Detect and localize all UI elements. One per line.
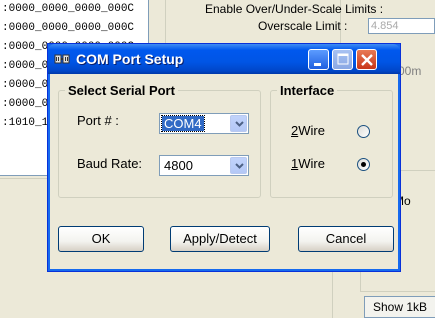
close-icon	[361, 54, 373, 66]
maximize-icon	[337, 53, 349, 65]
group-title: Interface	[277, 83, 338, 98]
list-item[interactable]: :0000_0000_0000_000C	[0, 19, 148, 38]
dialog-title: COM Port Setup	[76, 51, 184, 67]
dropdown-button[interactable]	[230, 115, 247, 132]
maximize-button[interactable]	[332, 49, 353, 70]
cancel-button[interactable]: Cancel	[298, 226, 394, 252]
interface-group: Interface 2Wire 1Wire	[270, 83, 393, 198]
group-title: Select Serial Port	[65, 83, 178, 98]
overscale-input[interactable]: 4.854	[368, 18, 435, 34]
wire2-radio[interactable]	[357, 125, 370, 138]
baud-label: Baud Rate:	[77, 156, 143, 171]
port-select[interactable]: COM4	[159, 113, 249, 134]
minimize-icon	[314, 63, 321, 66]
chevron-down-icon	[235, 163, 244, 169]
com-port-setup-dialog: COM Port Setup Select Serial Port Port #…	[47, 43, 401, 272]
ok-button[interactable]: OK	[58, 226, 144, 252]
wire1-radio[interactable]	[357, 158, 370, 171]
dropdown-button[interactable]	[230, 157, 247, 174]
unit-label: 00m	[398, 64, 422, 78]
baud-select[interactable]: 4800	[159, 155, 249, 176]
title-bar[interactable]: COM Port Setup	[48, 44, 400, 74]
overscale-label: Overscale Limit :	[258, 19, 348, 33]
list-item[interactable]: :0000_0000_0000_000C	[0, 0, 148, 19]
baud-select-value: 4800	[164, 158, 193, 173]
wire1-label[interactable]: 1Wire	[291, 156, 325, 171]
apply-detect-button[interactable]: Apply/Detect	[170, 226, 270, 252]
enable-limits-label: Enable Over/Under-Scale Limits :	[205, 2, 384, 16]
close-button[interactable]	[356, 49, 377, 70]
minimize-button[interactable]	[308, 49, 329, 70]
port-label: Port # :	[77, 113, 119, 128]
wire2-label[interactable]: 2Wire	[291, 123, 325, 138]
show-button[interactable]: Show 1kB	[364, 296, 435, 318]
select-serial-port-group: Select Serial Port Port # : COM4 Baud Ra…	[58, 83, 261, 198]
chevron-down-icon	[235, 121, 244, 127]
port-select-value: COM4	[161, 115, 205, 132]
serial-port-icon	[54, 54, 70, 64]
